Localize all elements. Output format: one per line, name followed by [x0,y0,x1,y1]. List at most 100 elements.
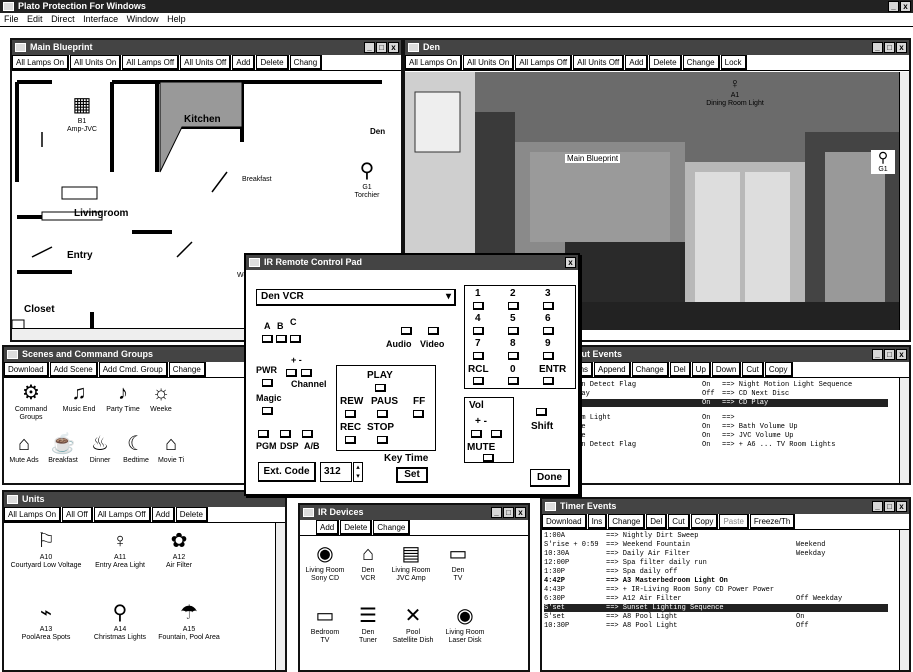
entr-button[interactable] [543,377,554,385]
menu-file[interactable]: File [4,14,19,24]
paus-button[interactable] [377,410,388,418]
rew-button[interactable] [345,410,356,418]
delete-button[interactable]: Delete [256,55,289,70]
minimize-button[interactable]: _ [888,1,899,12]
scene-mute-ads[interactable]: ⌂ Mute Ads [6,433,42,465]
cut-button[interactable]: Cut [668,514,690,529]
digit-4-button[interactable] [473,327,484,335]
pwr-button[interactable] [262,379,273,387]
list-item[interactable]: n VolumeOn==> JVC Volume Up [552,432,888,440]
scene-dinner[interactable]: ♨ Dinner [84,433,116,465]
change-button[interactable]: Change [168,362,206,377]
cut-button[interactable]: Cut [742,362,764,377]
volume-up-button[interactable] [471,430,482,438]
table-row[interactable]: S'rise + 0:59 ==> Weekend Fountain Weekend [544,541,888,549]
video-button[interactable] [428,327,439,335]
magic-button[interactable] [262,407,273,415]
all-units-off-button[interactable]: All Units Off [573,55,625,70]
table-row[interactable]: 12:00P ==> Spa filter daily run [544,559,888,567]
menu-direct[interactable]: Direct [51,14,75,24]
list-item[interactable]: VCDOn==> CD Play [552,399,888,407]
close-button[interactable]: x [896,349,907,360]
append-button[interactable]: Append [594,362,631,377]
close-button[interactable]: x [896,42,907,53]
volume-down-button[interactable] [491,430,502,438]
all-lamps-on-button[interactable]: All Lamps On [4,507,62,522]
all-units-on-button[interactable]: All Units On [463,55,515,70]
maximize-button[interactable]: □ [884,501,895,512]
insert-button[interactable]: Ins [587,514,608,529]
all-lamps-off-button[interactable]: All Lamps Off [515,55,573,70]
change-button[interactable]: Change [631,362,669,377]
rcl-button[interactable] [473,377,484,385]
scene-command-groups[interactable]: ⚙ Command Groups [6,382,56,422]
unit-a11[interactable]: ♀ A11 Entry Area Light [90,530,150,570]
table-row[interactable]: 6:30P ==> A12 Air Filter Off Weekday [544,595,888,603]
unit-a13[interactable]: ⌁ A13 PoolArea Spots [6,602,86,642]
close-button[interactable]: x [388,42,399,53]
channel-up-button[interactable] [286,369,297,377]
delete-button[interactable]: Delete [340,520,373,535]
all-off-button[interactable]: All Off [62,507,93,522]
list-item[interactable]: t Motion Detect Flag On ==> Night Motion L… [552,381,888,389]
den-vertical-scrollbar[interactable] [899,72,909,330]
ir-device-den-tv[interactable]: ▭ Den TV [440,543,476,583]
unit-g1-den[interactable]: ⚲ G1 [871,150,895,174]
download-button[interactable]: Download [542,514,587,529]
digit-5-button[interactable] [508,327,519,335]
table-row[interactable]: S'set ==> Sunset Lighting Sequence [544,604,888,612]
ir-device-living-room-sony-cd[interactable]: ◉ Living Room Sony CD [302,543,348,583]
digit-9-button[interactable] [543,352,554,360]
list-item[interactable]: ing Room Light On ==> [552,414,888,422]
scene-breakfast[interactable]: ☕ Breakfast [44,433,82,465]
minimize-button[interactable]: _ [872,501,883,512]
device-select[interactable]: Den VCR ▾ [256,289,456,306]
scene-weekend[interactable]: ☼ Weeke [146,382,176,414]
add-button[interactable]: Add [625,55,649,70]
unit-g1[interactable]: ⚲ G1 Torchier [347,160,387,200]
channel-down-button[interactable] [301,369,312,377]
digit-2-button[interactable] [508,302,519,310]
add-cmd-group-button[interactable]: Add Cmd. Group [98,362,168,377]
unit-a14[interactable]: ⚲ A14 Christmas Lights [90,602,150,642]
unit-a12[interactable]: ✿ A12 Air Filter [154,530,204,570]
all-units-on-button[interactable]: All Units On [70,55,122,70]
freeze-button[interactable]: Freeze/Th [749,514,796,529]
rec-button[interactable] [345,436,356,444]
ir-device-den-vcr[interactable]: ⌂ Den VCR [350,543,386,583]
scene-music-end[interactable]: ♫ Music End [58,382,100,414]
maximize-button[interactable]: □ [884,349,895,360]
minimize-button[interactable]: _ [872,42,883,53]
menu-interface[interactable]: Interface [83,14,118,24]
menu-edit[interactable]: Edit [27,14,43,24]
stop-button[interactable] [377,436,388,444]
change-button[interactable]: Chang [289,55,323,70]
digit-1-button[interactable] [473,302,484,310]
ir-device-pool-satellite-dish[interactable]: ✕ Pool Satellite Dish [388,605,438,645]
download-button[interactable]: Download [4,362,49,377]
copy-button[interactable]: Copy [764,362,793,377]
menu-window[interactable]: Window [127,14,159,24]
paste-button[interactable]: Paste [719,514,749,529]
close-button[interactable]: x [900,1,911,12]
unit-b1[interactable]: ▦ B1 Amp-JVC [57,94,107,134]
table-row[interactable]: 4:43P ==> + IR-Living Room Sony CD Power … [544,586,888,594]
scene-movie-time[interactable]: ⌂ Movie Ti [156,433,186,465]
list-item[interactable]: n VolumeOn==> Bath Volume Up [552,423,888,431]
all-units-off-button[interactable]: All Units Off [180,55,232,70]
ext-code-button[interactable]: Ext. Code [258,462,316,482]
digit-0-button[interactable] [508,377,519,385]
scene-party-time[interactable]: ♪ Party Time [102,382,144,414]
list-item[interactable]: t Motion Detect Flag On ==> + A6 ... TV Ro… [552,441,888,449]
change-button[interactable]: Change [373,520,411,535]
close-button[interactable]: x [896,501,907,512]
lock-button[interactable]: Lock [720,55,747,70]
vertical-scrollbar[interactable] [275,523,285,670]
ir-device-living-room-jvc-amp[interactable]: ▤ Living Room JVC Amp [388,543,434,583]
down-button[interactable]: Down [711,362,742,377]
close-button[interactable]: x [565,257,576,268]
add-button[interactable]: Add [151,507,175,522]
c-button[interactable] [290,335,301,343]
maximize-button[interactable]: □ [503,507,514,518]
ir-device-bedroom-tv[interactable]: ▭ Bedroom TV [302,605,348,645]
